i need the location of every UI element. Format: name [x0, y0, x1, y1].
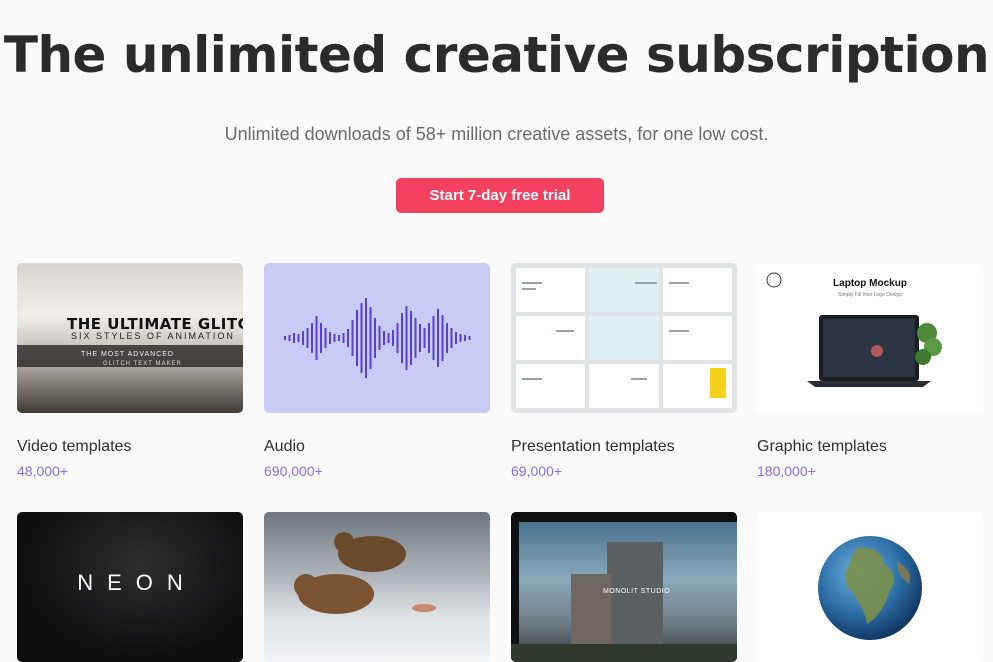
- category-card-presentation[interactable]: Presentation templates 69,000+: [511, 263, 737, 479]
- start-free-trial-button[interactable]: Start 7-day free trial: [396, 178, 604, 213]
- waveform-bar: [333, 334, 336, 342]
- category-card-earth[interactable]: [757, 512, 983, 662]
- slide-thumb: [662, 316, 732, 360]
- thumb-line-text: GLITCH TEXT MAKER: [103, 361, 182, 367]
- waveform-bar: [437, 309, 439, 367]
- building-photo: [511, 512, 737, 662]
- card-count: 690,000+: [264, 463, 323, 479]
- waveform-bar: [455, 332, 457, 344]
- thumb-line-text: THE MOST ADVANCED: [81, 351, 174, 358]
- waveform-bar: [419, 324, 421, 352]
- architecture-thumbnail[interactable]: MONOLIT STUDIO: [511, 512, 737, 662]
- waveform-bar: [387, 333, 390, 343]
- presentation-thumbnail[interactable]: [511, 263, 737, 413]
- graphic-templates-thumbnail[interactable]: Laptop Mockup Simply Fill Your Logo Desi…: [757, 263, 983, 413]
- thumb-subtitle-text: SIX STYLES OF ANIMATION: [71, 331, 235, 341]
- category-card-graphic[interactable]: Laptop Mockup Simply Fill Your Logo Desi…: [757, 263, 983, 479]
- waveform-bar: [410, 311, 412, 365]
- slide-thumb: [589, 268, 659, 312]
- earth-thumbnail[interactable]: [757, 512, 983, 662]
- waveform-bar: [450, 328, 453, 348]
- waveform-bar: [302, 331, 304, 345]
- waveform-bar: [306, 328, 309, 348]
- slide-thumb: [662, 364, 732, 408]
- waveform-bar: [441, 315, 444, 361]
- bears-photo-thumbnail[interactable]: [264, 512, 490, 662]
- waveform-bar: [464, 335, 466, 341]
- waveform-bar: [468, 336, 471, 340]
- waveform-bar: [315, 316, 318, 360]
- waveform-bar: [360, 303, 363, 373]
- slide-thumb: [516, 268, 586, 312]
- waveform-bar: [365, 298, 367, 378]
- waveform-bar: [342, 333, 345, 343]
- waveform-bar: [392, 330, 394, 346]
- bears-photo: [294, 532, 436, 614]
- waveform-bar: [428, 323, 430, 353]
- waveform-bar: [293, 333, 295, 343]
- thumb-title-text: NEON: [77, 570, 197, 595]
- waveform-bar: [338, 335, 340, 341]
- waveform-bar: [383, 331, 385, 345]
- card-title[interactable]: Graphic templates: [757, 438, 983, 456]
- waveform-bar: [351, 320, 354, 356]
- slide-thumb: [662, 268, 732, 312]
- waveform-bar: [378, 326, 381, 350]
- earth-globe-icon: [818, 536, 922, 640]
- waveform-icon: [284, 298, 471, 378]
- category-card-neon[interactable]: NEON: [17, 512, 243, 662]
- page-title: The unlimited creative subscription: [3, 26, 990, 84]
- card-title[interactable]: Video templates: [17, 438, 243, 456]
- slide-thumb: [516, 364, 586, 408]
- category-card-audio[interactable]: Audio 690,000+: [264, 263, 490, 479]
- waveform-bar: [288, 335, 291, 341]
- waveform-bar: [320, 323, 322, 353]
- waveform-bar: [311, 323, 313, 353]
- waveform-bar: [401, 313, 403, 363]
- waveform-bar: [414, 318, 417, 358]
- category-card-video[interactable]: THE ULTIMATE GLITCH SIX STYLES OF ANIMAT…: [17, 263, 243, 479]
- video-templates-thumbnail[interactable]: THE ULTIMATE GLITCH SIX STYLES OF ANIMAT…: [17, 263, 243, 413]
- audio-thumbnail[interactable]: [264, 263, 490, 413]
- waveform-bar: [347, 329, 349, 347]
- waveform-bar: [423, 328, 426, 348]
- category-card-bears[interactable]: [264, 512, 490, 662]
- page-subtitle: Unlimited downloads of 58+ million creat…: [224, 124, 769, 144]
- waveform-bar: [459, 334, 462, 342]
- waveform-bar: [284, 336, 286, 340]
- waveform-bar: [405, 306, 408, 370]
- neon-thumbnail[interactable]: NEON: [17, 512, 243, 662]
- category-card-architecture[interactable]: MONOLIT STUDIO: [511, 512, 737, 662]
- card-title[interactable]: Audio: [264, 438, 490, 456]
- waveform-bar: [329, 332, 331, 344]
- waveform-bar: [297, 334, 300, 342]
- waveform-bar: [396, 323, 399, 353]
- card-count: 69,000+: [511, 463, 562, 479]
- slide-thumb: [516, 316, 586, 360]
- card-count: 180,000+: [757, 463, 816, 479]
- waveform-bar: [374, 318, 376, 358]
- thumb-title-text: MONOLIT STUDIO: [603, 588, 671, 595]
- card-title[interactable]: Presentation templates: [511, 438, 737, 456]
- waveform-bar: [356, 310, 358, 366]
- card-count: 48,000+: [17, 463, 68, 479]
- waveform-bar: [446, 323, 448, 353]
- slide-thumb: [589, 364, 659, 408]
- waveform-bar: [432, 316, 435, 360]
- waveform-bar: [369, 307, 372, 369]
- waveform-bar: [324, 328, 327, 348]
- laptop-icon: [766, 272, 942, 387]
- slide-thumb: [589, 316, 659, 360]
